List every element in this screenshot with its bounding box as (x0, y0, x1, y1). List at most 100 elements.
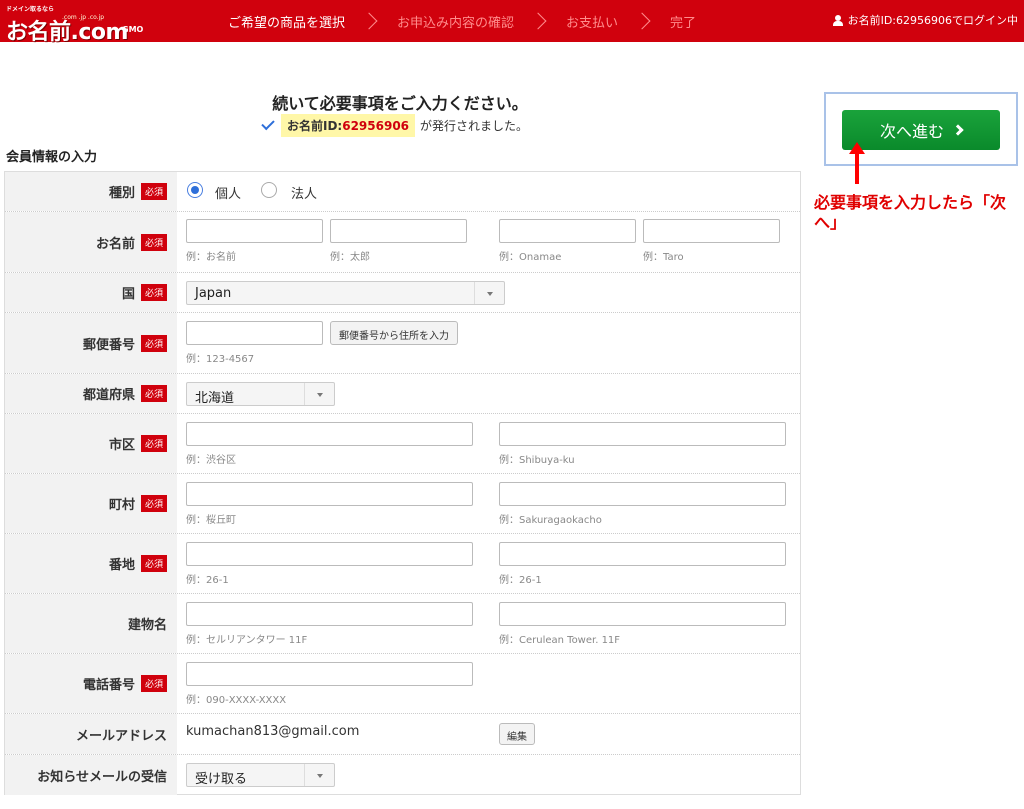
hint-first-name-en: 例：Taro (643, 252, 684, 263)
chevron-right-icon (952, 124, 964, 136)
row-phone: 電話番号 必須 例：090-XXXX-XXXX (5, 654, 800, 714)
required-badge: 必須 (140, 233, 167, 251)
top-header: ドメイン取るなら お名前.com .com .jp .co.jp GMO ご希望… (0, 0, 1024, 45)
town-input[interactable] (186, 482, 473, 506)
street-en-input[interactable] (499, 542, 786, 566)
email-value: kumachan813@gmail.com (186, 724, 360, 739)
hint-last-name: 例：お名前 (186, 252, 236, 263)
country-value: Japan (195, 286, 232, 301)
hint-building-en: 例：Cerulean Tower. 11F (499, 635, 621, 646)
last-name-input[interactable] (186, 219, 323, 243)
radio-individual[interactable] (187, 182, 203, 198)
required-badge: 必須 (140, 284, 167, 301)
step-select-product: ご希望の商品を選択 (228, 16, 346, 31)
chevron-right-icon (360, 12, 378, 30)
first-name-input[interactable] (330, 219, 467, 243)
country-select[interactable]: Japan (186, 281, 505, 305)
hint-street-en: 例：26-1 (499, 575, 542, 586)
logo-tagline: ドメイン取るなら (6, 6, 55, 13)
row-type: 種別 必須 個人 法人 (5, 172, 800, 212)
prefecture-select[interactable]: 北海道 (186, 382, 335, 406)
row-email: メールアドレス kumachan813@gmail.com 編集 (5, 714, 800, 755)
row-newsletter: お知らせメールの受信 受け取る (5, 755, 800, 795)
field-label: メールアドレス (75, 728, 167, 744)
radio-individual-label[interactable]: 個人 (215, 183, 241, 202)
logo-tld: .com .jp .co.jp (62, 14, 105, 21)
phone-input[interactable] (186, 662, 473, 686)
dropdown-arrow-icon (474, 282, 504, 304)
required-badge: 必須 (140, 675, 167, 692)
row-prefecture: 都道府県 必須 北海道 (5, 374, 800, 414)
field-label: 都道府県 (82, 388, 135, 403)
row-country: 国必須 Japan (5, 273, 800, 313)
required-badge: 必須 (140, 183, 167, 200)
chevron-right-icon (633, 12, 651, 30)
field-label: 郵便番号 (82, 337, 135, 353)
hint-city-en: 例：Shibuya-ku (499, 455, 575, 466)
check-icon (261, 116, 275, 131)
radio-corporate[interactable] (261, 182, 277, 198)
row-town: 町村 必須 例：桜丘町 例：Sakuragaokacho (5, 474, 800, 534)
street-input[interactable] (186, 542, 473, 566)
login-status[interactable]: お名前ID:62956906でログイン中 (832, 12, 1018, 28)
building-input[interactable] (186, 602, 473, 626)
last-name-en-input[interactable] (499, 219, 636, 243)
hint-town: 例：桜丘町 (186, 515, 236, 526)
chevron-right-icon (529, 12, 547, 30)
postal-lookup-button[interactable]: 郵便番号から住所を入力 (330, 321, 458, 345)
field-label: お名前 (95, 236, 135, 252)
member-info-form: 種別 必須 個人 法人 お名前 必須 例：お名前 例：太郎 例：Onamae 例：T… (4, 171, 801, 795)
newsletter-value: 受け取る (195, 772, 248, 787)
required-badge: 必須 (140, 385, 167, 402)
city-en-input[interactable] (499, 422, 786, 446)
id-issued-message: お名前ID:62956906 が発行されました。 (261, 114, 528, 137)
page-title: 続いて必要事項をご入力ください。 (272, 94, 528, 113)
hint-last-name-en: 例：Onamae (499, 252, 562, 263)
step-complete: 完了 (670, 16, 697, 31)
dropdown-arrow-icon (304, 764, 334, 786)
row-city: 市区 必須 例：渋谷区 例：Shibuya-ku (5, 414, 800, 474)
field-label: お知らせメールの受信 (37, 769, 167, 785)
newsletter-select[interactable]: 受け取る (186, 763, 335, 787)
town-en-input[interactable] (499, 482, 786, 506)
edit-email-button[interactable]: 編集 (499, 723, 535, 745)
hint-town-en: 例：Sakuragaokacho (499, 515, 602, 526)
city-input[interactable] (186, 422, 473, 446)
required-badge: 必須 (140, 334, 167, 352)
hint-building: 例：セルリアンタワー 11F (186, 635, 308, 646)
id-label: お名前ID: (287, 119, 343, 133)
next-button-label: 次へ進む (879, 122, 944, 141)
hint-first-name: 例：太郎 (330, 252, 370, 263)
arrow-shaft (855, 150, 859, 184)
radio-corporate-label[interactable]: 法人 (291, 183, 317, 202)
row-building: 建物名 例：セルリアンタワー 11F 例：Cerulean Tower. 11F (5, 594, 800, 654)
first-name-en-input[interactable] (643, 219, 780, 243)
id-number: 62956906 (342, 119, 410, 133)
required-badge: 必須 (140, 435, 167, 452)
progress-steps: ご希望の商品を選択 お申込み内容の確認 お支払い 完了 (228, 12, 696, 31)
hint-postal: 例：123-4567 (186, 354, 255, 365)
building-en-input[interactable] (499, 602, 786, 626)
postal-code-input[interactable] (186, 321, 323, 345)
annotation-note: 必要事項を入力したら「次へ」 (814, 193, 1014, 233)
field-label: 種別 (108, 186, 135, 201)
field-label: 電話番号 (82, 678, 135, 693)
row-postal: 郵便番号 必須 郵便番号から住所を入力 例：123-4567 (5, 313, 800, 374)
hint-phone: 例：090-XXXX-XXXX (186, 695, 287, 706)
dropdown-arrow-icon (304, 383, 334, 405)
required-badge: 必須 (140, 555, 167, 572)
logo-gmo: GMO (122, 25, 144, 34)
next-button[interactable]: 次へ進む (842, 110, 1000, 150)
step-confirm: お申込み内容の確認 (397, 16, 515, 31)
hint-city: 例：渋谷区 (186, 455, 236, 466)
row-name: お名前 必須 例：お名前 例：太郎 例：Onamae 例：Taro (5, 212, 800, 273)
section-title: 会員情報の入力 (6, 150, 98, 165)
login-text: お名前ID:62956906でログイン中 (847, 14, 1018, 27)
required-badge: 必須 (140, 495, 167, 512)
field-label: 国 (121, 287, 135, 302)
prefecture-value: 北海道 (195, 391, 235, 406)
field-label: 市区 (108, 438, 135, 453)
field-label: 町村 (108, 498, 135, 513)
field-label: 建物名 (127, 618, 167, 633)
hint-street: 例：26-1 (186, 575, 229, 586)
